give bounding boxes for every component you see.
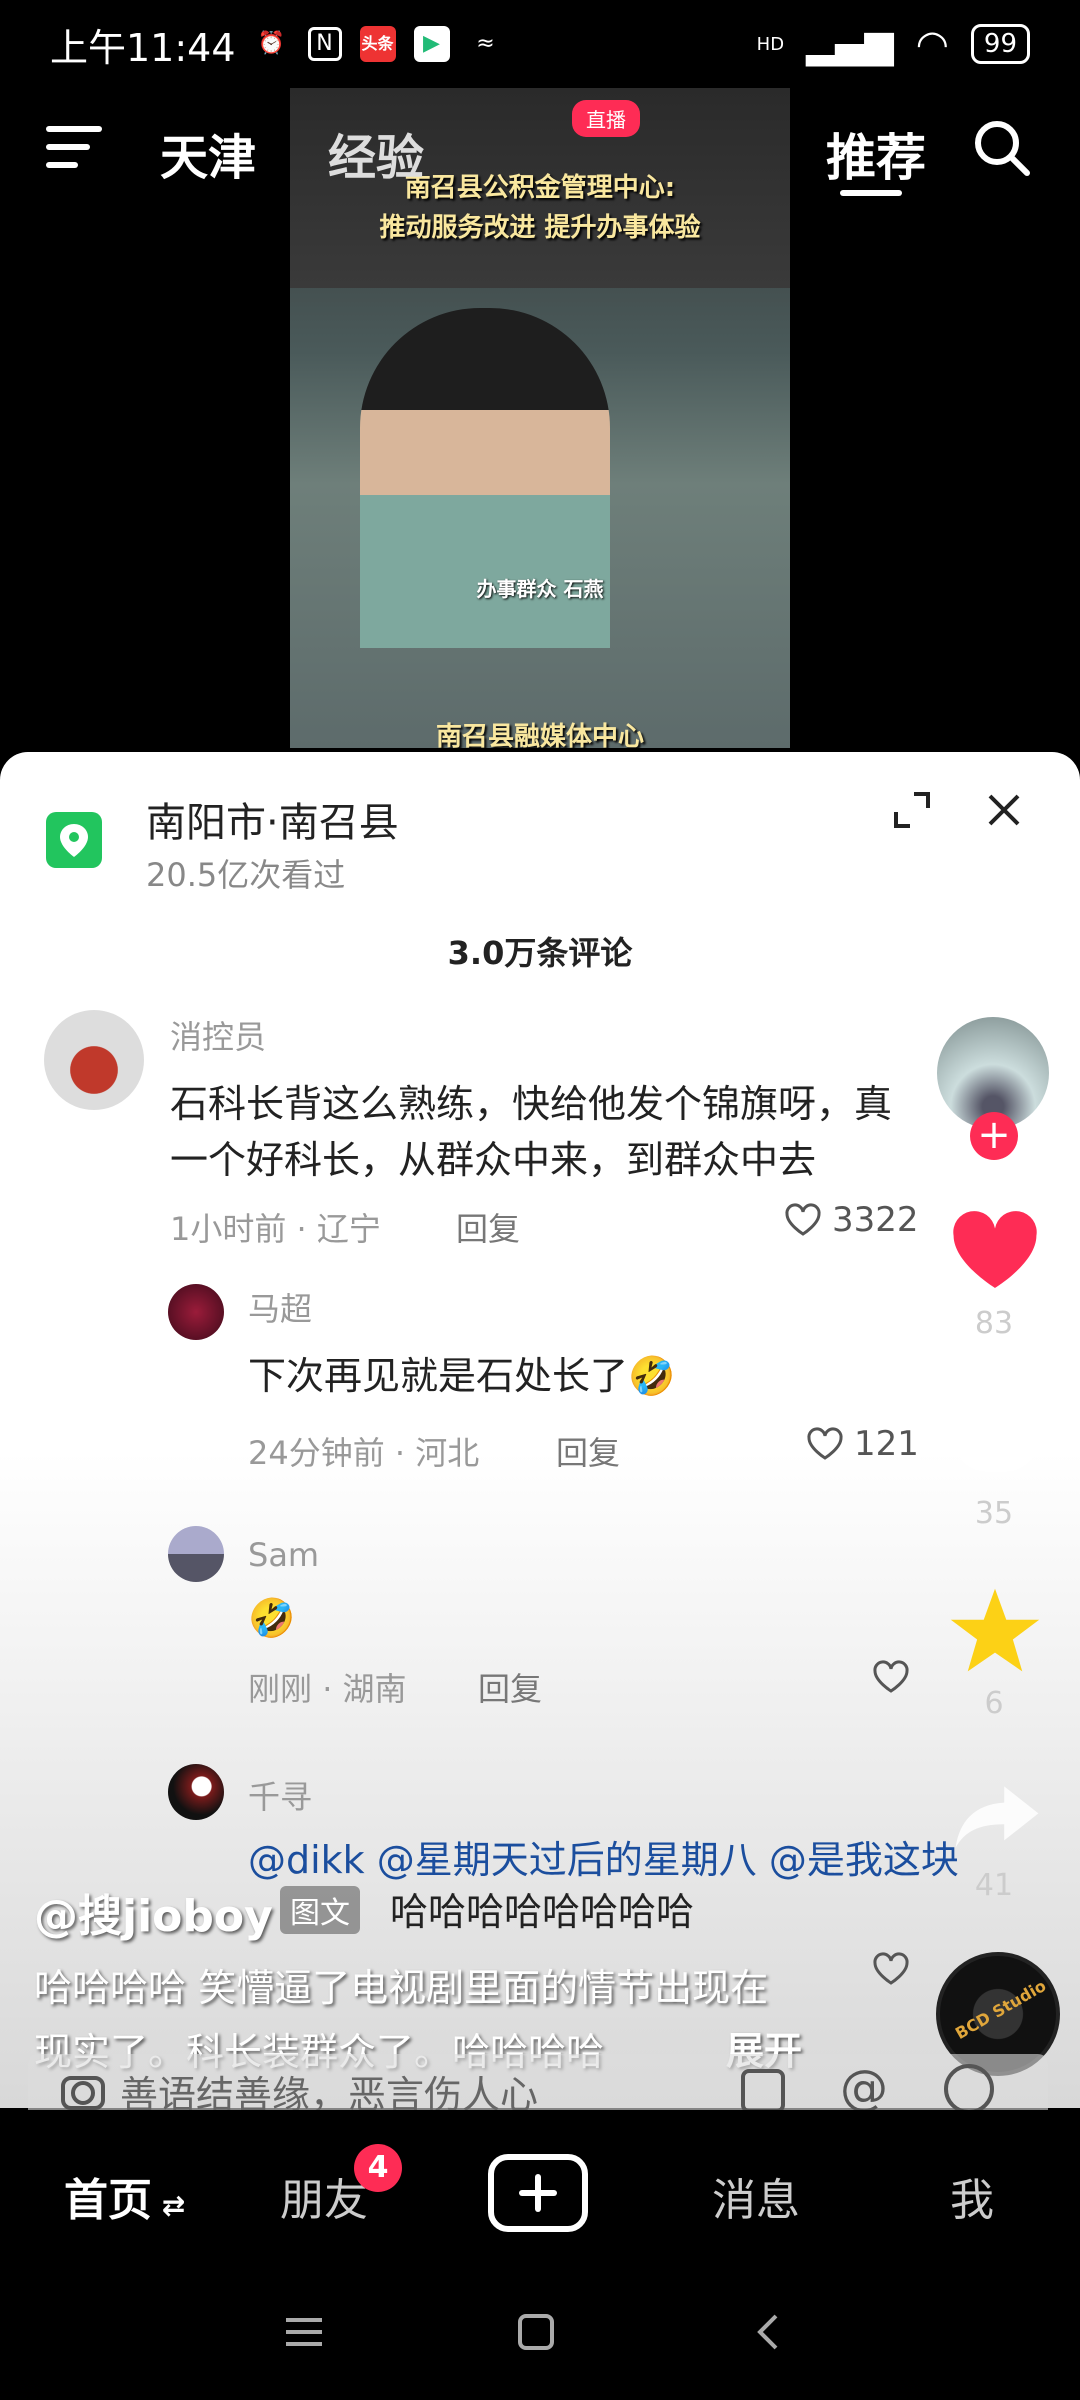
- desc-line1: 哈哈哈哈 笑懵逼了电视剧里面的情节出现在: [34, 1966, 769, 2010]
- tab-home[interactable]: 首页 ⇄: [64, 2164, 185, 2228]
- share-arrow-icon[interactable]: [952, 1780, 1042, 1854]
- like-heart-icon[interactable]: [950, 1210, 1040, 1292]
- comment-time: 刚刚: [248, 1670, 313, 1708]
- comment-region: 河北: [415, 1434, 480, 1472]
- comment-text: 🤣: [248, 1596, 296, 1640]
- like-button[interactable]: 3322: [784, 1200, 919, 1240]
- heart-outline-icon: [873, 1660, 909, 1693]
- status-time: 上午11:44: [50, 25, 236, 70]
- home-square-icon[interactable]: [516, 2312, 556, 2352]
- battery-indicator: 99: [970, 24, 1030, 64]
- plus-icon: [519, 2174, 557, 2212]
- comment-meta: 1小时前 · 辽宁: [170, 1210, 381, 1248]
- heart-outline-icon[interactable]: [872, 1952, 910, 1986]
- favorite-total: 6: [984, 1686, 1004, 1721]
- share-total: 41: [974, 1868, 1014, 1903]
- author-handle[interactable]: @搜jioboy: [34, 1880, 273, 1944]
- toutiao-app-icon: 头条: [359, 26, 396, 62]
- alarm-icon: ⏰: [257, 31, 286, 56]
- comment-text-line2: 一个好科长，从群众中来，到群众中去: [170, 1138, 817, 1182]
- side-actions: + 83 35 6 41 BCD Studio: [930, 1010, 1060, 2110]
- top-nav: 天津 经验 推荐: [0, 100, 1080, 200]
- comment-username[interactable]: 马超: [248, 1284, 312, 1330]
- comment-time: 1小时前: [170, 1210, 287, 1248]
- avatar[interactable]: [168, 1764, 224, 1820]
- expand-icon[interactable]: [892, 790, 932, 830]
- signal-icon: ▂▄▆: [806, 22, 894, 66]
- recent-apps-icon[interactable]: [284, 2312, 324, 2352]
- tab-city[interactable]: 天津: [160, 118, 256, 188]
- comment-region: 湖南: [342, 1670, 407, 1708]
- wifi-icon: ◠: [915, 22, 949, 66]
- disc-label: BCD Studio: [952, 1975, 1050, 2044]
- comment-username[interactable]: 消控员: [170, 1012, 266, 1058]
- like-button[interactable]: 121: [806, 1424, 919, 1464]
- search-icon[interactable]: [972, 118, 1032, 178]
- video-source: 南召县融媒体中心: [435, 722, 644, 748]
- close-icon[interactable]: [982, 788, 1026, 832]
- avatar[interactable]: [44, 1010, 144, 1110]
- avatar[interactable]: [168, 1284, 224, 1340]
- comment-meta: 刚刚 · 湖南: [248, 1670, 407, 1708]
- heart-outline-icon: [807, 1427, 843, 1460]
- avatar[interactable]: [168, 1526, 224, 1582]
- like-button[interactable]: [872, 1660, 910, 1694]
- tab-experience[interactable]: 经验: [328, 118, 424, 188]
- comment-text-line1: 石科长背这么熟练，快给他发个锦旗呀，真: [170, 1082, 893, 1126]
- bottom-tab-bar: 首页 ⇄ 朋友 4 消息 我: [0, 2110, 1080, 2270]
- comment-bubble-icon[interactable]: [954, 1406, 1038, 1472]
- favorite-star-icon[interactable]: [948, 1584, 1042, 1678]
- comment-time: 24分钟前: [248, 1434, 385, 1472]
- like-count: 3322: [832, 1200, 919, 1240]
- image-icon[interactable]: [738, 2066, 788, 2116]
- tab-recommend[interactable]: 推荐: [826, 118, 926, 190]
- location-title[interactable]: 南阳市·南召县: [146, 790, 399, 848]
- comment-text-line2: 哈哈哈哈哈哈哈哈: [390, 1890, 695, 1934]
- at-icon[interactable]: @: [840, 2060, 888, 2116]
- nfc-icon: N: [307, 27, 342, 61]
- like-total: 83: [974, 1306, 1014, 1341]
- like-count: 121: [854, 1424, 919, 1464]
- comment-username[interactable]: 千寻: [248, 1772, 312, 1818]
- reply-button[interactable]: 回复: [478, 1664, 542, 1710]
- menu-icon[interactable]: [46, 126, 102, 170]
- heart-outline-icon: [785, 1203, 821, 1236]
- comment-text: @dikk @星期天过后的星期八 @是我这块: [248, 1838, 959, 1882]
- post-type-badge: 图文: [280, 1886, 360, 1934]
- system-nav: [0, 2270, 1080, 2400]
- comment-region: 辽宁: [316, 1210, 381, 1248]
- status-bar: 上午11:44 ⏰ N 头条 ▶ ≈ HD ▂▄▆ ◠ 99: [0, 0, 1080, 88]
- comment-username[interactable]: Sam: [248, 1536, 319, 1574]
- reply-button[interactable]: 回复: [556, 1428, 620, 1474]
- tab-recommend-indicator: [840, 190, 902, 196]
- video-caption: 办事群众 石燕: [476, 577, 604, 601]
- follow-button[interactable]: +: [970, 1112, 1018, 1160]
- emoji-icon[interactable]: [944, 2064, 994, 2114]
- back-arrow-icon[interactable]: [750, 2312, 790, 2352]
- comment-count: 3.0万条评论: [447, 934, 633, 972]
- location-views: 20.5亿次看过: [146, 856, 346, 894]
- tab-home-label: 首页: [64, 2175, 152, 2226]
- play-store-icon: ▶: [413, 26, 450, 62]
- comment-meta: 24分钟前 · 河北: [248, 1434, 480, 1472]
- network-label: HD: [756, 33, 785, 55]
- tab-me[interactable]: 我: [950, 2164, 994, 2228]
- location-pin-icon: [46, 812, 102, 868]
- comment-total: 35: [974, 1496, 1014, 1531]
- camera-icon[interactable]: [58, 2066, 108, 2116]
- create-button[interactable]: [488, 2154, 588, 2232]
- friend-badge: 4: [354, 2144, 402, 2192]
- comment-text: 下次再见就是石处长了🤣: [248, 1354, 676, 1398]
- tab-messages[interactable]: 消息: [712, 2164, 800, 2228]
- video-headline-line2: 推动服务改进 提升办事体验: [379, 213, 701, 243]
- swap-icon: ⇄: [152, 2189, 186, 2222]
- notification-icon: ≈: [476, 31, 495, 56]
- reply-button[interactable]: 回复: [456, 1204, 520, 1250]
